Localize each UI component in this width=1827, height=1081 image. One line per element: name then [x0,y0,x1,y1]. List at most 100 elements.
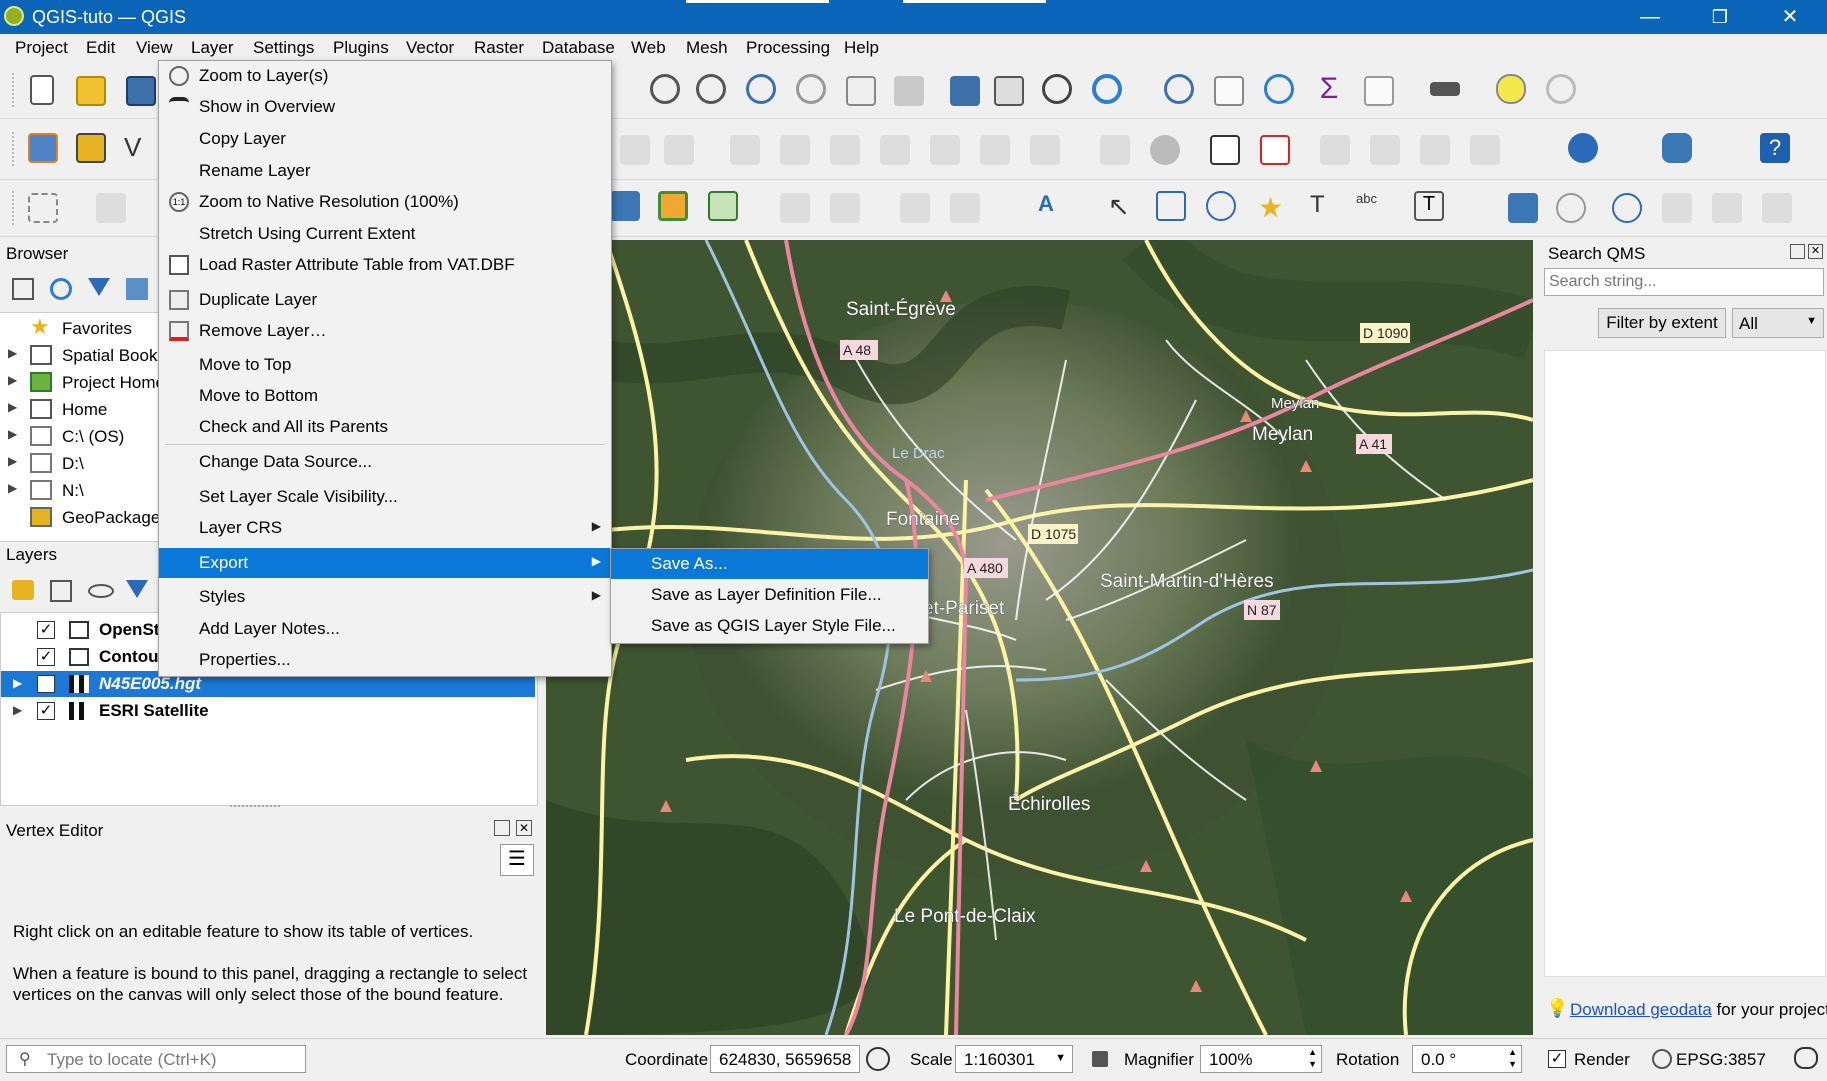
temporal-controller-icon[interactable] [1042,74,1072,104]
download-geodata-link[interactable]: Download geodata [1570,1000,1712,1019]
reprojection-icon[interactable] [1612,193,1642,223]
menu-edit[interactable]: Edit [86,38,115,58]
float-panel-icon[interactable] [494,820,510,836]
collapse-all-icon[interactable] [126,278,148,300]
map-tips-icon[interactable] [1496,74,1526,104]
messages-icon[interactable] [1794,1047,1818,1069]
float-panel-icon[interactable] [1790,244,1805,259]
menu-item-zoom-native-resolution[interactable]: 1:1 Zoom to Native Resolution (100%) [159,187,611,217]
menu-settings[interactable]: Settings [253,38,314,58]
expand-arrow-icon[interactable]: ▶ [13,703,22,717]
expand-arrow-icon[interactable]: ▶ [8,481,17,495]
restore-button[interactable]: ❐ [1700,4,1740,30]
show-bookmarks-icon[interactable] [994,76,1024,106]
menu-item-show-in-overview[interactable]: Show in Overview [159,92,611,122]
label-highlight-icon[interactable] [1260,135,1290,165]
label-show-hide-icon[interactable] [1370,135,1400,165]
measure-icon[interactable] [1430,82,1460,96]
move-feature-icon[interactable] [830,193,860,223]
undo-icon[interactable] [980,135,1010,165]
zoom-full-icon[interactable] [746,74,776,104]
menu-item-check-and-parents[interactable]: Check and All its Parents [159,412,611,442]
label-rotate-icon[interactable] [1420,135,1450,165]
expand-arrow-icon[interactable]: ▶ [8,373,17,387]
processing-toolbox-icon[interactable] [1264,74,1294,104]
help-icon[interactable]: ? [1760,133,1790,163]
browser-item-d-drive[interactable]: ▶ D:\ [0,450,160,476]
menu-item-zoom-to-layers[interactable]: Zoom to Layer(s) [159,61,611,91]
menu-view[interactable]: View [136,38,173,58]
gps-icon[interactable] [1662,193,1692,223]
rotation-spinbox[interactable]: 0.0 ° ▲ ▼ [1412,1045,1522,1073]
toggle-extents-mouse-icon[interactable] [866,1047,890,1071]
crs-button[interactable]: EPSG:3857 [1676,1050,1766,1070]
filter-select[interactable]: All ▼ [1732,308,1824,338]
close-button[interactable]: ✕ [1770,4,1810,30]
lock-scale-icon[interactable] [1092,1051,1108,1067]
crs-globe-icon[interactable] [1652,1049,1672,1069]
menu-item-export[interactable]: Export ▶ [159,548,611,578]
expand-arrow-icon[interactable]: ▶ [13,676,22,690]
menu-database[interactable]: Database [542,38,615,58]
label-pin-icon[interactable] [1100,135,1130,165]
deselect-icon[interactable] [96,193,126,223]
menu-item-save-qgis-style[interactable]: Save as QGIS Layer Style File... [611,611,928,641]
qms-results-list[interactable] [1544,350,1826,977]
text-along-line-icon[interactable]: abc [1356,191,1386,221]
search-qms-input[interactable] [1544,268,1824,296]
options-menu-icon[interactable]: ☰ [500,844,534,876]
splitter-handle[interactable] [230,805,280,807]
pan-annotation-icon[interactable]: ↖ [1108,191,1138,221]
style-layer-icon[interactable] [12,580,34,600]
filter-legend-icon[interactable] [126,580,148,598]
toolbar-grip[interactable] [12,73,20,107]
new-geopackage-icon[interactable] [76,133,106,163]
filter-browser-icon[interactable] [88,278,110,296]
redo-icon[interactable] [1030,135,1060,165]
layer-visibility-checkbox[interactable]: ✓ [37,621,55,639]
locator-input[interactable]: ⚲ Type to locate (Ctrl+K) [6,1045,306,1073]
browser-item-home[interactable]: ▶ Home [0,396,160,422]
annotation-text-icon[interactable]: T [1414,191,1444,221]
add-selected-layers-icon[interactable] [12,278,34,300]
refresh-browser-icon[interactable] [50,278,72,300]
georeferencer-icon[interactable] [708,191,738,221]
menu-processing[interactable]: Processing [746,38,830,58]
menu-item-duplicate-layer[interactable]: Duplicate Layer [159,285,611,315]
menu-item-save-layer-definition[interactable]: Save as Layer Definition File... [611,580,928,610]
label-change-icon[interactable] [1470,135,1500,165]
paste-features-icon[interactable] [930,135,960,165]
simplify-icon[interactable] [950,193,980,223]
browser-item-n-drive[interactable]: ▶ N:\ [0,477,160,503]
menu-item-copy-layer[interactable]: Copy Layer [159,124,611,154]
identify-icon[interactable] [1164,74,1194,104]
cut-features-icon[interactable] [830,135,860,165]
zoom-in-icon[interactable] [650,74,680,104]
text-annotation-icon[interactable]: A [1038,191,1068,221]
add-point-star-icon[interactable]: ★ [1258,191,1288,223]
toolbar-grip[interactable] [12,132,20,166]
spin-arrows-icon[interactable]: ▲ ▼ [1308,1046,1317,1070]
layer-visibility-checkbox[interactable] [37,675,55,693]
menu-mesh[interactable]: Mesh [686,38,728,58]
statistics-sigma-icon[interactable]: Σ [1314,74,1344,104]
visibility-eye-icon[interactable] [88,584,114,598]
magnifier-spinbox[interactable]: 100% ▲ ▼ [1200,1045,1322,1073]
layer-row[interactable]: ▶ ✓ ESRI Satellite [1,698,535,724]
zoom-selection-icon[interactable] [846,76,876,106]
expand-arrow-icon[interactable]: ▶ [8,346,17,360]
modify-attributes-icon[interactable] [730,135,760,165]
browser-item-project-home[interactable]: ▶ Project Home [0,369,165,395]
minimize-button[interactable]: — [1630,4,1670,30]
close-panel-icon[interactable]: ✕ [516,820,532,836]
open-project-icon[interactable] [76,76,106,106]
menu-item-remove-layer[interactable]: Remove Layer… [159,316,611,346]
split-icon[interactable] [664,135,694,165]
delete-selected-icon[interactable] [780,135,810,165]
layer-visibility-checkbox[interactable]: ✓ [37,702,55,720]
scale-combo[interactable]: 1:160301 ▼ [955,1045,1073,1073]
expand-arrow-icon[interactable]: ▶ [8,400,17,414]
menu-item-move-to-bottom[interactable]: Move to Bottom [159,381,611,411]
label-toolbar-icon[interactable] [1210,135,1240,165]
toolbar-grip[interactable] [12,191,20,225]
